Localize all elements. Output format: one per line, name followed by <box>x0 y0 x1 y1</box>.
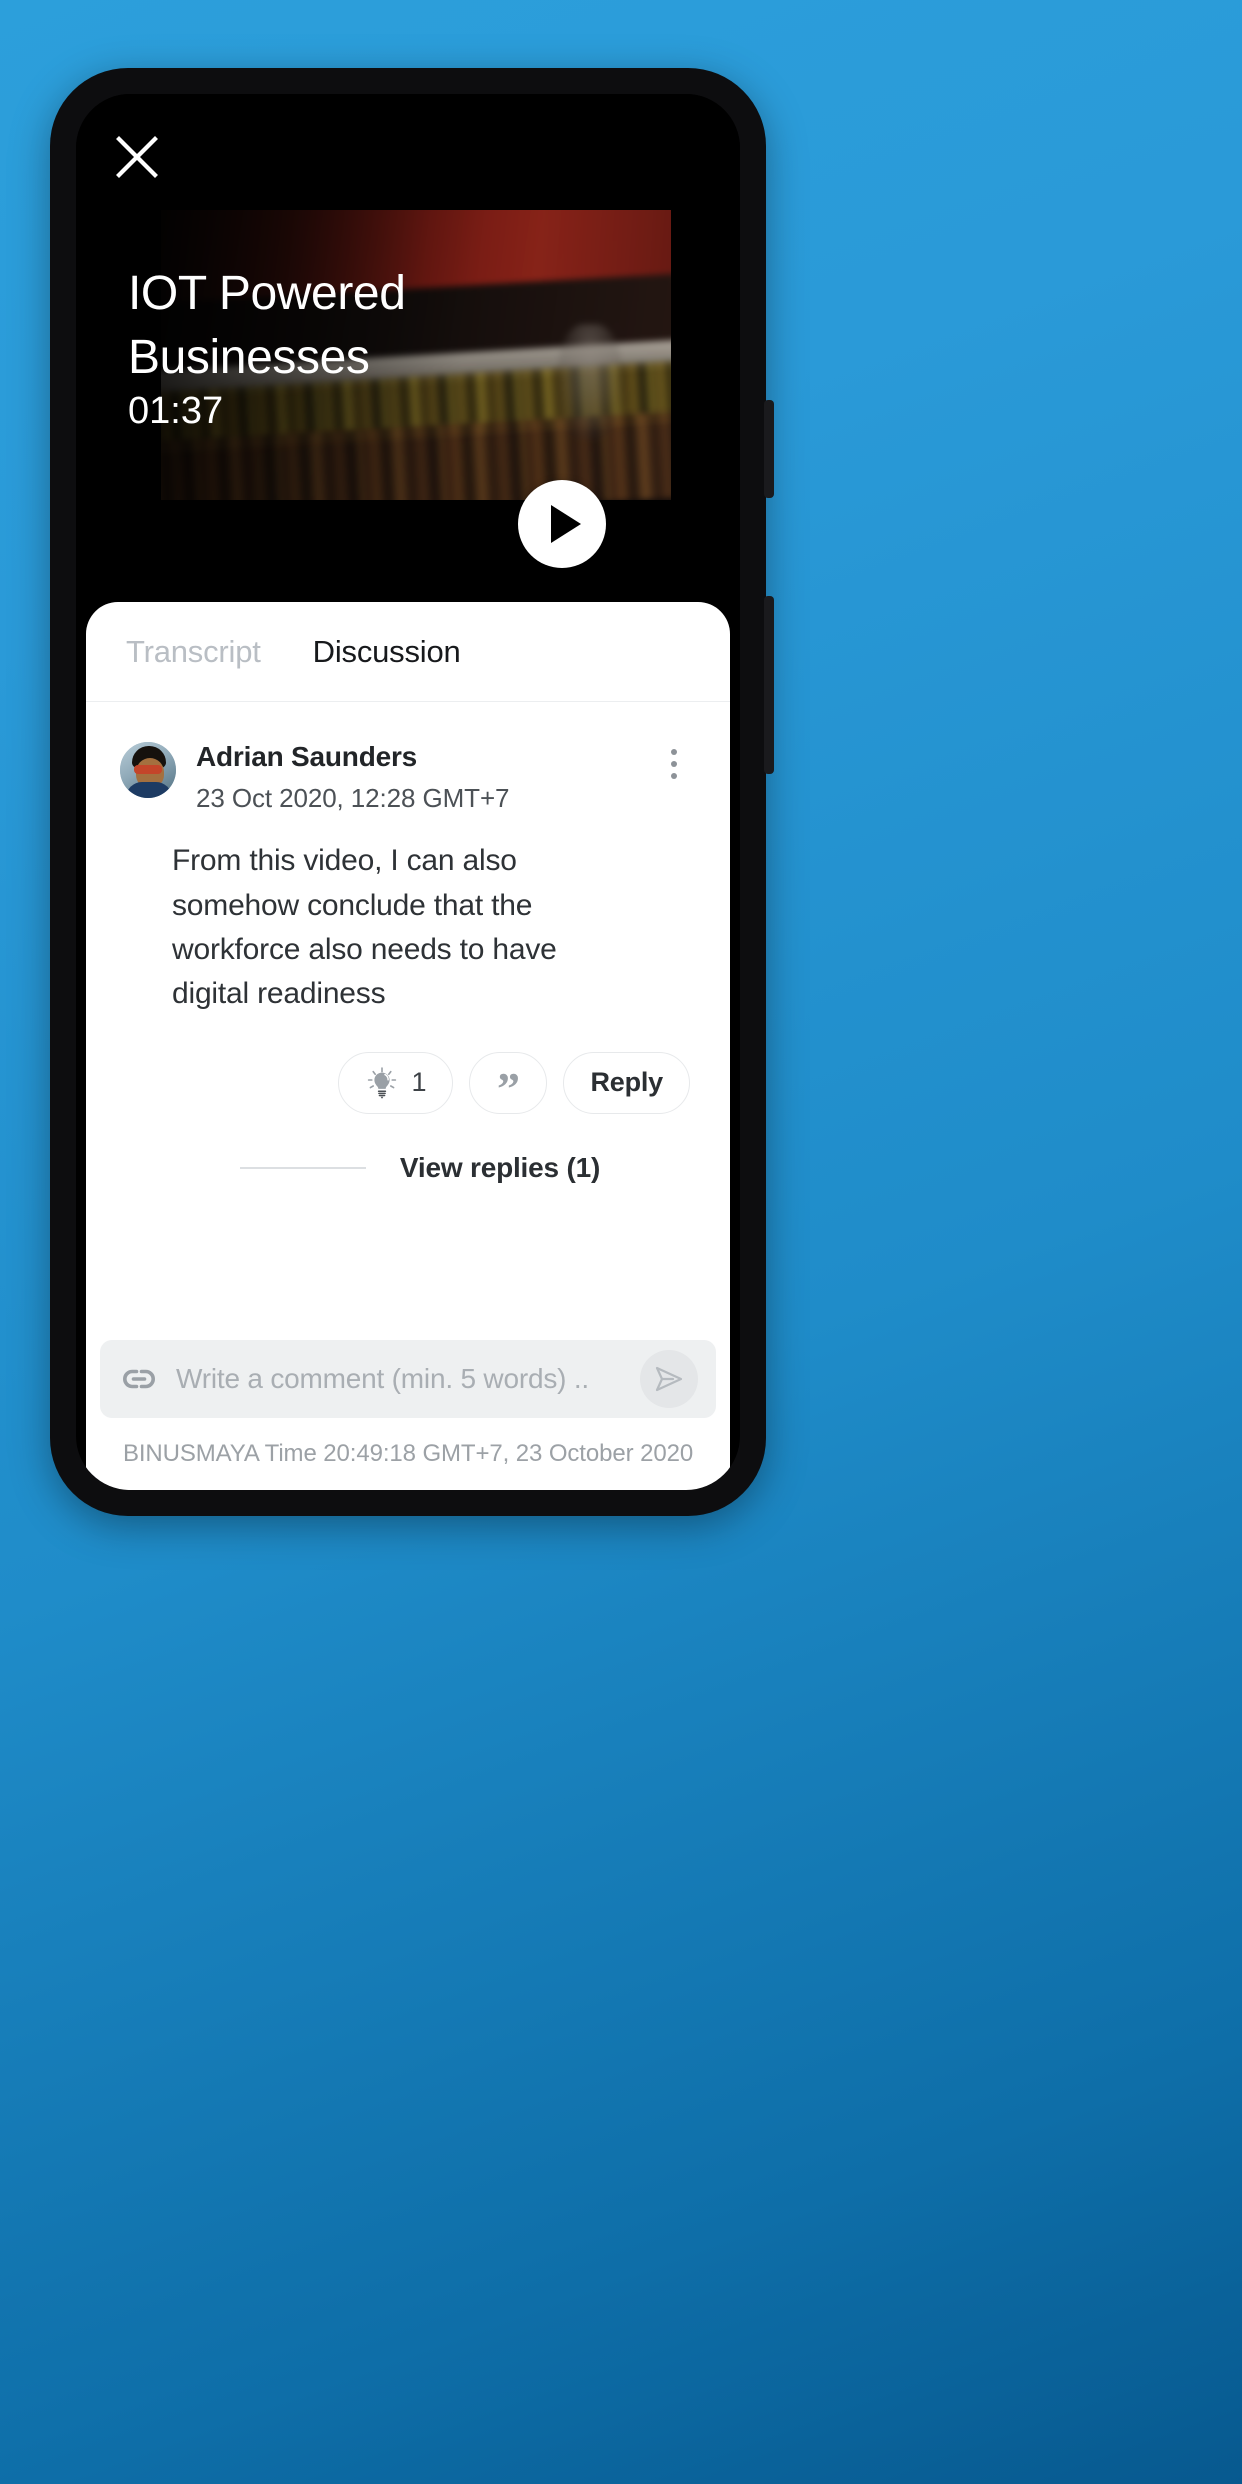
avatar[interactable] <box>120 742 176 798</box>
close-icon[interactable] <box>112 132 162 182</box>
comment-actions: 1 ” Reply <box>120 1051 696 1114</box>
comment-author: Adrian Saunders <box>196 741 418 772</box>
send-icon <box>655 1366 683 1392</box>
view-replies-row: View replies (1) <box>120 1152 696 1184</box>
quote-icon: ” <box>496 1062 520 1114</box>
video-player-area[interactable]: IOT Powered Businesses 01:37 <box>76 94 740 628</box>
comment-meta: Adrian Saunders 23 Oct 2020, 12:28 GMT+7 <box>196 738 632 817</box>
bottom-sheet: Transcript Discussion Adrian Saunders 23… <box>86 602 730 1490</box>
comment-item: Adrian Saunders 23 Oct 2020, 12:28 GMT+7… <box>86 726 730 1184</box>
insight-count: 1 <box>411 1067 427 1098</box>
video-duration: 01:37 <box>128 390 224 432</box>
tab-discussion[interactable]: Discussion <box>287 634 487 670</box>
lightbulb-icon <box>368 1067 397 1099</box>
phone-frame: IOT Powered Businesses 01:37 Transcript … <box>50 68 774 1516</box>
send-button[interactable] <box>640 1350 698 1408</box>
play-icon[interactable] <box>518 480 606 568</box>
phone-screen: IOT Powered Businesses 01:37 Transcript … <box>76 94 740 1490</box>
footer-timestamp: BINUSMAYA Time 20:49:18 GMT+7, 23 Octobe… <box>122 1440 694 1467</box>
comment-input[interactable] <box>176 1363 624 1395</box>
comment-timestamp: 23 Oct 2020, 12:28 GMT+7 <box>196 782 510 813</box>
discussion-list[interactable]: Adrian Saunders 23 Oct 2020, 12:28 GMT+7… <box>86 702 730 1340</box>
view-replies-button[interactable]: View replies (1) <box>400 1152 600 1184</box>
quote-button[interactable]: ” <box>469 1051 548 1114</box>
link-icon[interactable] <box>118 1358 160 1400</box>
insight-button[interactable]: 1 <box>338 1051 454 1114</box>
phone-volume-button[interactable] <box>764 400 774 498</box>
phone-power-button[interactable] <box>764 596 774 774</box>
comment-header: Adrian Saunders 23 Oct 2020, 12:28 GMT+7 <box>120 738 696 817</box>
reply-button[interactable]: Reply <box>563 1051 690 1114</box>
tab-transcript[interactable]: Transcript <box>100 634 287 670</box>
comment-composer <box>100 1340 716 1418</box>
tab-bar: Transcript Discussion <box>86 602 730 702</box>
comment-body: From this video, I can also somehow conc… <box>172 844 557 1010</box>
divider <box>239 1167 366 1169</box>
video-title: IOT Powered Businesses <box>128 267 406 384</box>
reply-label: Reply <box>590 1067 663 1098</box>
kebab-menu-icon[interactable] <box>652 742 696 786</box>
